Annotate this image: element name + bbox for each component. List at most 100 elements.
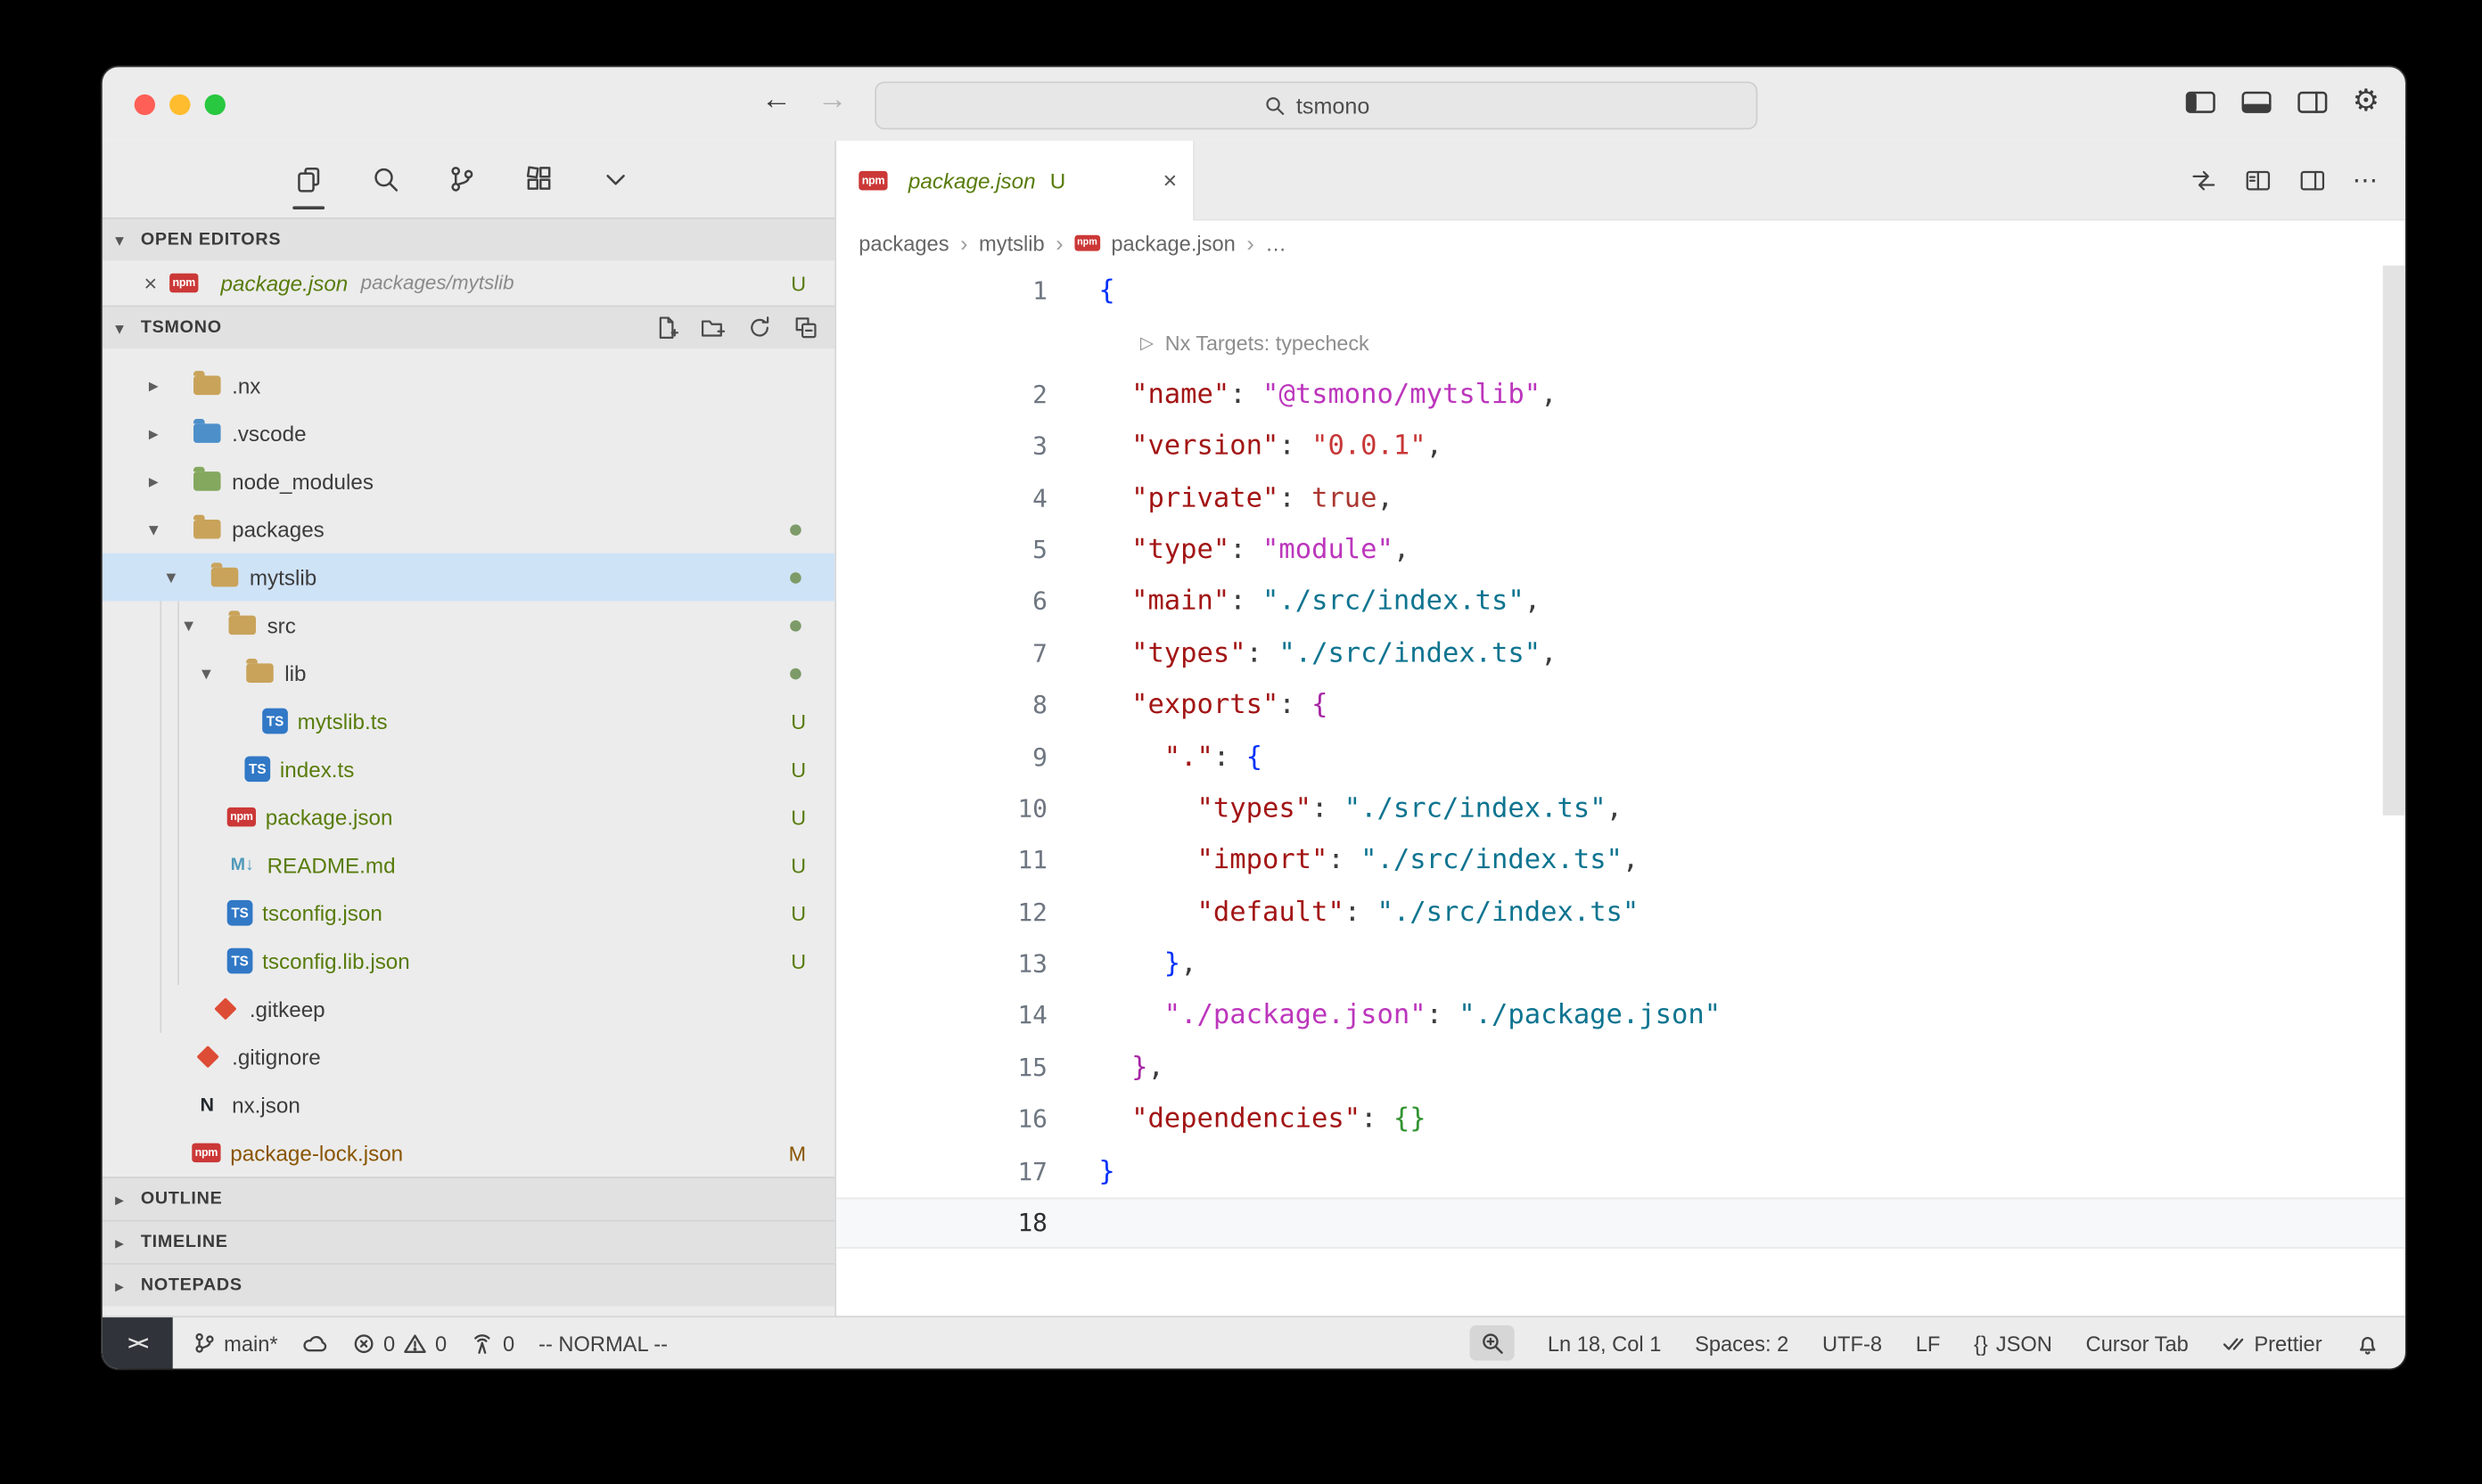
code-line-16[interactable]: 16 "dependencies": {} — [836, 1094, 2405, 1145]
tree-item-src[interactable]: ▾src — [103, 601, 835, 649]
line-number[interactable]: 15 — [836, 1042, 1048, 1094]
problems-indicator[interactable]: 0 0 — [351, 1331, 447, 1355]
code-editor[interactable]: 1{▷Nx Targets: typecheck2 "name": "@tsmo… — [836, 266, 2405, 1316]
line-number[interactable]: 10 — [836, 783, 1048, 835]
vertical-scrollbar[interactable] — [2383, 266, 2405, 816]
zoom-indicator[interactable] — [1469, 1325, 1514, 1360]
code-line-11[interactable]: 11 "import": "./src/index.ts", — [836, 835, 2405, 887]
tree-item-mytslib.ts[interactable]: TSmytslib.tsU — [103, 697, 835, 745]
breadcrumb-item-mytslib[interactable]: mytslib — [979, 231, 1045, 255]
indentation-setting[interactable]: Spaces: 2 — [1695, 1331, 1788, 1355]
tree-item-packages[interactable]: ▾packages — [103, 505, 835, 553]
code-line-6[interactable]: 6 "main": "./src/index.ts", — [836, 576, 2405, 627]
breadcrumb-item-package-json[interactable]: package.json — [1111, 231, 1235, 255]
code-line-5[interactable]: 5 "type": "module", — [836, 524, 2405, 576]
code-line-15[interactable]: 15 }, — [836, 1042, 2405, 1094]
line-number[interactable]: 13 — [836, 939, 1048, 990]
line-number[interactable]: 14 — [836, 990, 1048, 1042]
vim-mode-indicator[interactable]: -- NORMAL -- — [538, 1331, 668, 1355]
tree-item-.gitkeep[interactable]: .gitkeep — [103, 985, 835, 1033]
new-file-icon[interactable] — [654, 315, 680, 340]
toggle-sidebar-right-icon[interactable] — [2297, 89, 2329, 115]
remote-indicator[interactable]: >< — [103, 1317, 173, 1368]
open-preview-icon[interactable] — [2244, 166, 2272, 194]
source-control-view-icon[interactable] — [445, 141, 480, 217]
open-editors-header[interactable]: ▾ OPEN EDITORS — [103, 217, 835, 260]
tree-item-lib[interactable]: ▾lib — [103, 649, 835, 697]
cursor-tab-indicator[interactable]: Cursor Tab — [2086, 1331, 2189, 1355]
line-number[interactable]: 12 — [836, 887, 1048, 939]
code-line-12[interactable]: 12 "default": "./src/index.ts" — [836, 887, 2405, 939]
tree-item-index.ts[interactable]: TSindex.tsU — [103, 745, 835, 793]
ports-indicator[interactable]: 0 — [471, 1331, 514, 1355]
tree-item-package.json[interactable]: npmpackage.jsonU — [103, 793, 835, 841]
explorer-project-header[interactable]: ▾ TSMONO — [103, 306, 835, 348]
line-number[interactable]: 11 — [836, 835, 1048, 887]
tree-item-tsconfig.lib.json[interactable]: TStsconfig.lib.jsonU — [103, 937, 835, 985]
line-number[interactable]: 6 — [836, 576, 1048, 627]
close-window-button[interactable] — [135, 94, 155, 115]
codelens-nx-targets[interactable]: ▷Nx Targets: typecheck — [836, 317, 2405, 369]
close-tab-icon[interactable]: × — [1163, 167, 1178, 193]
line-number[interactable]: 4 — [836, 472, 1048, 524]
code-line-8[interactable]: 8 "exports": { — [836, 680, 2405, 732]
formatter-indicator[interactable]: Prettier — [2222, 1331, 2322, 1355]
more-actions-icon[interactable]: ⋯ — [2353, 164, 2379, 196]
code-line-7[interactable]: 7 "types": "./src/index.ts", — [836, 627, 2405, 679]
publish-changes-button[interactable] — [302, 1332, 328, 1354]
tab-package-json[interactable]: npm package.json U × — [836, 141, 1195, 221]
back-button[interactable]: ← — [761, 83, 792, 118]
line-number[interactable]: 18 — [836, 1198, 1048, 1250]
tree-item-.vscode[interactable]: ▸.vscode — [103, 409, 835, 457]
line-number[interactable]: 1 — [836, 266, 1048, 317]
breadcrumb-item-more[interactable]: … — [1265, 231, 1286, 255]
code-line-9[interactable]: 9 ".": { — [836, 732, 2405, 783]
more-views-chevron-icon[interactable] — [598, 141, 633, 217]
code-line-2[interactable]: 2 "name": "@tsmono/mytslib", — [836, 369, 2405, 421]
compare-changes-icon[interactable] — [2190, 166, 2218, 194]
line-number[interactable]: 2 — [836, 369, 1048, 421]
line-number[interactable]: 8 — [836, 680, 1048, 732]
tree-item-.nx[interactable]: ▸.nx — [103, 361, 835, 409]
line-number[interactable]: 16 — [836, 1094, 1048, 1145]
explorer-view-icon[interactable] — [291, 141, 325, 217]
tree-item-nx.json[interactable]: Nnx.json — [103, 1081, 835, 1129]
new-folder-icon[interactable] — [701, 315, 727, 340]
line-number[interactable]: 9 — [836, 732, 1048, 783]
tree-item-mytslib[interactable]: ▾mytslib — [103, 553, 835, 602]
split-editor-icon[interactable] — [2298, 166, 2327, 194]
extensions-view-icon[interactable] — [522, 141, 556, 217]
code-line-4[interactable]: 4 "private": true, — [836, 472, 2405, 524]
notifications-bell[interactable] — [2355, 1331, 2379, 1355]
settings-gear-icon[interactable]: ⚙ — [2353, 86, 2380, 119]
line-number[interactable]: 17 — [836, 1146, 1048, 1198]
code-line-3[interactable]: 3 "version": "0.0.1", — [836, 421, 2405, 472]
refresh-icon[interactable] — [747, 315, 773, 340]
notepads-section-header[interactable]: ▸ NOTEPADS — [103, 1263, 835, 1306]
maximize-window-button[interactable] — [205, 94, 226, 115]
command-center-search[interactable]: tsmono — [875, 81, 1757, 129]
branch-indicator[interactable]: main* — [192, 1330, 277, 1356]
line-number[interactable]: 3 — [836, 421, 1048, 472]
search-view-icon[interactable] — [368, 141, 403, 217]
toggle-panel-icon[interactable] — [2240, 89, 2272, 115]
code-line-18[interactable]: 18 — [836, 1198, 2405, 1250]
forward-button[interactable]: → — [818, 83, 848, 118]
code-line-14[interactable]: 14 "./package.json": "./package.json" — [836, 990, 2405, 1042]
timeline-section-header[interactable]: ▸ TIMELINE — [103, 1220, 835, 1263]
code-line-13[interactable]: 13 }, — [836, 939, 2405, 990]
code-line-10[interactable]: 10 "types": "./src/index.ts", — [836, 783, 2405, 835]
breadcrumb-item-packages[interactable]: packages — [859, 231, 949, 255]
tree-item-package-lock.json[interactable]: npmpackage-lock.jsonM — [103, 1128, 835, 1177]
tree-item-node_modules[interactable]: ▸node_modules — [103, 457, 835, 505]
collapse-all-icon[interactable] — [793, 315, 819, 340]
code-line-1[interactable]: 1{ — [836, 266, 2405, 317]
toggle-sidebar-left-icon[interactable] — [2184, 89, 2216, 115]
encoding-setting[interactable]: UTF-8 — [1822, 1331, 1882, 1355]
tree-item-.gitignore[interactable]: .gitignore — [103, 1033, 835, 1081]
eol-setting[interactable]: LF — [1916, 1331, 1941, 1355]
close-editor-icon[interactable]: × — [144, 270, 169, 296]
outline-section-header[interactable]: ▸ OUTLINE — [103, 1177, 835, 1219]
code-line-17[interactable]: 17} — [836, 1146, 2405, 1198]
tree-item-README.md[interactable]: M↓README.mdU — [103, 841, 835, 890]
